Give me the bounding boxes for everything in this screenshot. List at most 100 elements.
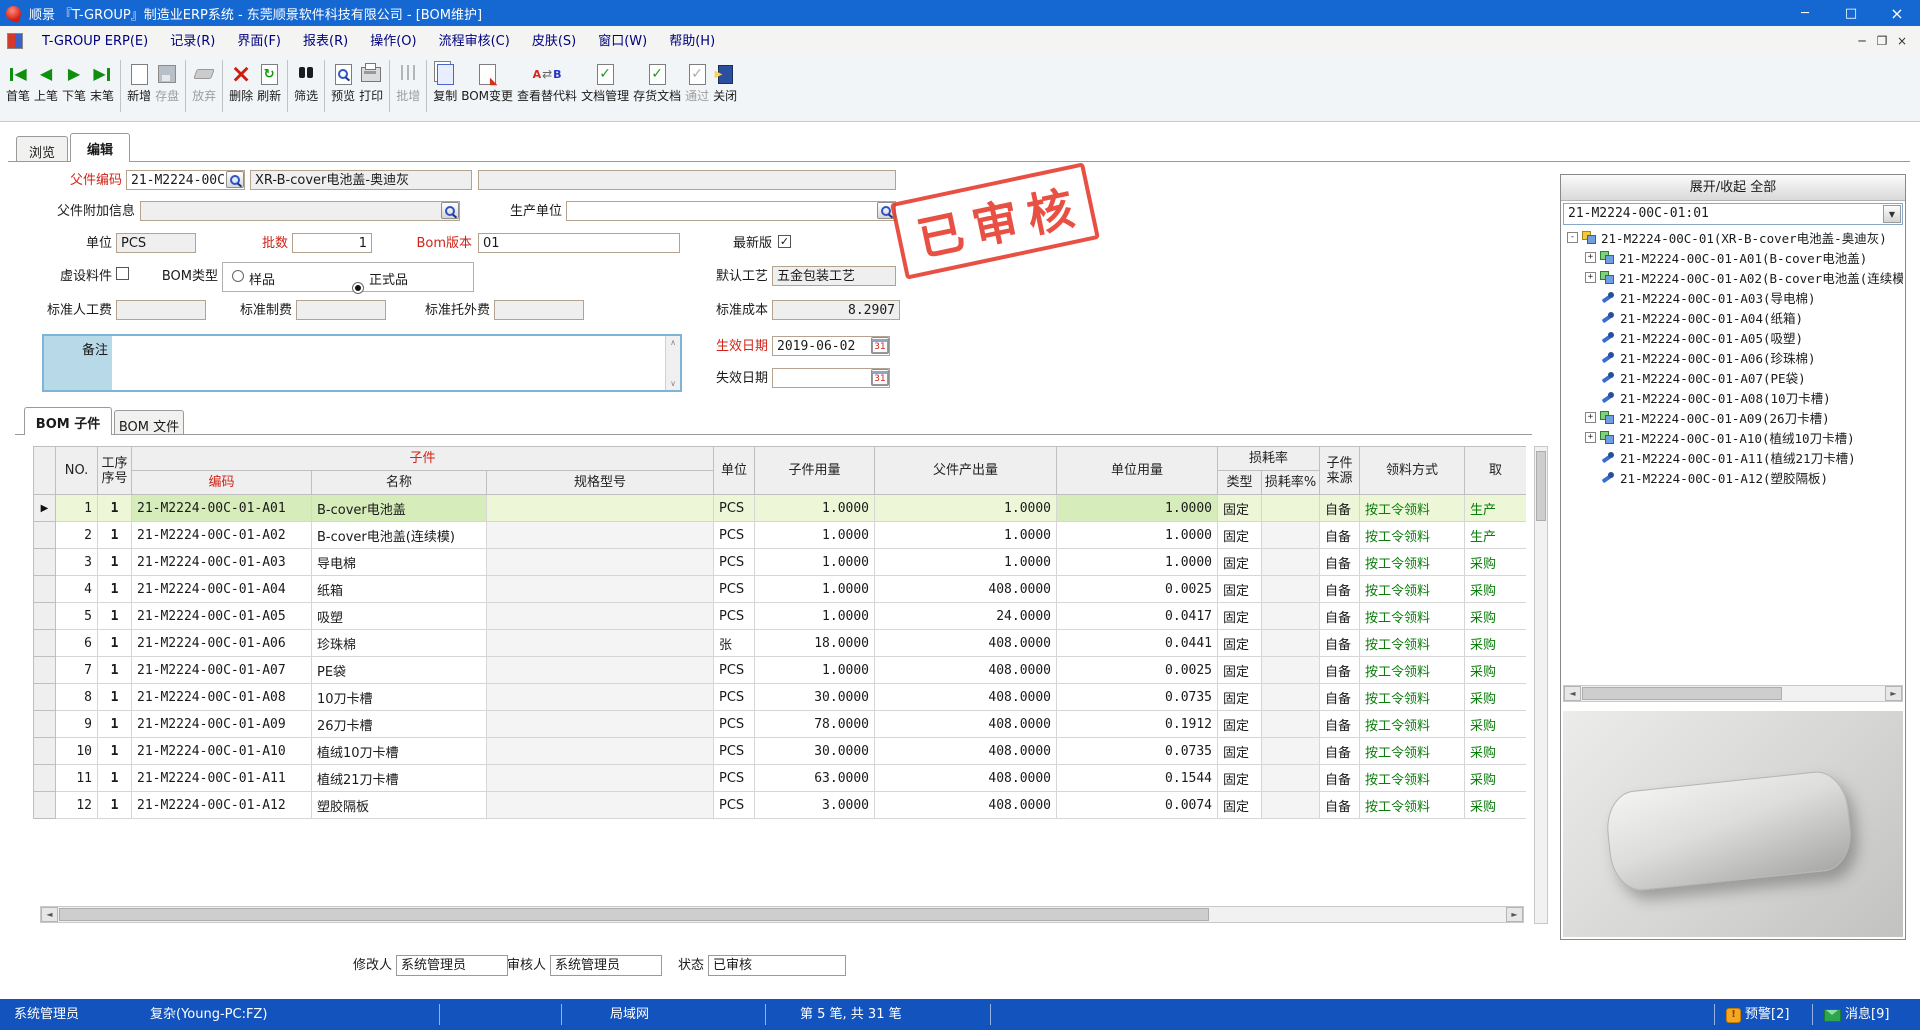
cell-unit[interactable]: PCS — [714, 576, 755, 603]
cell-code[interactable]: 21-M2224-00C-01-A11 — [132, 765, 312, 792]
cell-unit[interactable]: 张 — [714, 630, 755, 657]
menu-item-6[interactable]: 皮肤(S) — [521, 27, 587, 56]
cell-seq[interactable]: 1 — [98, 495, 132, 522]
scroll-thumb[interactable] — [1536, 451, 1546, 521]
grid-vertical-scrollbar[interactable] — [1534, 446, 1548, 924]
cell-unit_qty[interactable]: 0.1544 — [1057, 765, 1218, 792]
tree-version-dropdown[interactable]: 21-M2224-00C-01:01 ▼ — [1563, 203, 1903, 225]
row-selector[interactable] — [34, 630, 56, 657]
cell-price[interactable]: 采购 — [1465, 684, 1526, 711]
toolbar-preview-button[interactable]: 预览 — [329, 56, 357, 116]
cell-source[interactable]: 自备 — [1320, 657, 1360, 684]
cell-picking[interactable]: 按工令领料 — [1360, 630, 1465, 657]
cell-loss_rate[interactable] — [1262, 711, 1320, 738]
tree-node-5[interactable]: 21-M2224-00C-01-A05(吸塑) — [1563, 327, 1903, 347]
cell-qty[interactable]: 1.0000 — [755, 603, 875, 630]
cell-unit[interactable]: PCS — [714, 522, 755, 549]
cell-parent_out[interactable]: 408.0000 — [875, 576, 1057, 603]
cell-seq[interactable]: 1 — [98, 792, 132, 819]
cell-no[interactable]: 2 — [56, 522, 98, 549]
tree-node-4[interactable]: 21-M2224-00C-01-A04(纸箱) — [1563, 307, 1903, 327]
cell-picking[interactable]: 按工令领料 — [1360, 522, 1465, 549]
cell-spec[interactable] — [487, 630, 714, 657]
cell-unit[interactable]: PCS — [714, 684, 755, 711]
toolbar-print-button[interactable]: 打印 — [357, 56, 385, 116]
latest-version-checkbox[interactable]: ✓ — [778, 235, 791, 248]
cell-code[interactable]: 21-M2224-00C-01-A01 — [132, 495, 312, 522]
cell-qty[interactable]: 30.0000 — [755, 684, 875, 711]
cell-code[interactable]: 21-M2224-00C-01-A06 — [132, 630, 312, 657]
cell-parent_out[interactable]: 24.0000 — [875, 603, 1057, 630]
cell-qty[interactable]: 30.0000 — [755, 738, 875, 765]
cell-unit_qty[interactable]: 0.0417 — [1057, 603, 1218, 630]
cell-spec[interactable] — [487, 792, 714, 819]
scroll-down-icon[interactable]: ∨ — [670, 379, 676, 388]
cell-qty[interactable]: 1.0000 — [755, 495, 875, 522]
toolbar-refresh-button[interactable]: ↻刷新 — [255, 56, 283, 116]
cell-code[interactable]: 21-M2224-00C-01-A05 — [132, 603, 312, 630]
parent-extra-field[interactable] — [140, 201, 460, 221]
cell-source[interactable]: 自备 — [1320, 522, 1360, 549]
cell-source[interactable]: 自备 — [1320, 549, 1360, 576]
cell-spec[interactable] — [487, 549, 714, 576]
cell-source[interactable]: 自备 — [1320, 765, 1360, 792]
cell-parent_out[interactable]: 408.0000 — [875, 765, 1057, 792]
menu-item-4[interactable]: 操作(O) — [359, 27, 427, 56]
cell-unit[interactable]: PCS — [714, 765, 755, 792]
cell-source[interactable]: 自备 — [1320, 630, 1360, 657]
cell-loss_type[interactable]: 固定 — [1218, 657, 1262, 684]
expand-icon[interactable]: + — [1585, 412, 1596, 423]
cell-unit_qty[interactable]: 0.0441 — [1057, 630, 1218, 657]
cell-source[interactable]: 自备 — [1320, 576, 1360, 603]
cell-name[interactable]: B-cover电池盖 — [312, 495, 487, 522]
cell-seq[interactable]: 1 — [98, 657, 132, 684]
bom-version-field[interactable]: 01 — [478, 233, 680, 253]
row-selector[interactable] — [34, 711, 56, 738]
toolbar-close-button[interactable]: ▶关闭 — [711, 56, 739, 116]
prod-unit-field[interactable] — [566, 201, 896, 221]
cell-unit[interactable]: PCS — [714, 711, 755, 738]
cell-seq[interactable]: 1 — [98, 603, 132, 630]
cell-unit_qty[interactable]: 0.0074 — [1057, 792, 1218, 819]
cell-unit[interactable]: PCS — [714, 792, 755, 819]
cell-no[interactable]: 6 — [56, 630, 98, 657]
cell-qty[interactable]: 1.0000 — [755, 576, 875, 603]
cell-source[interactable]: 自备 — [1320, 684, 1360, 711]
row-selector[interactable] — [34, 549, 56, 576]
cell-unit_qty[interactable]: 0.0025 — [1057, 576, 1218, 603]
sample-radio[interactable] — [232, 270, 244, 282]
tab-edit[interactable]: 编辑 — [70, 133, 130, 162]
cell-source[interactable]: 自备 — [1320, 603, 1360, 630]
cell-no[interactable]: 12 — [56, 792, 98, 819]
cell-unit_qty[interactable]: 1.0000 — [1057, 522, 1218, 549]
cell-picking[interactable]: 按工令领料 — [1360, 657, 1465, 684]
remark-textarea[interactable] — [112, 336, 665, 390]
cell-loss_rate[interactable] — [1262, 738, 1320, 765]
tree-horizontal-scrollbar[interactable]: ◄ ► — [1563, 685, 1903, 702]
toolbar-doc-button[interactable]: ✓文档管理 — [579, 56, 631, 116]
menu-item-5[interactable]: 流程审核(C) — [428, 27, 521, 56]
cell-spec[interactable] — [487, 576, 714, 603]
cell-picking[interactable]: 按工令领料 — [1360, 549, 1465, 576]
cell-price[interactable]: 采购 — [1465, 657, 1526, 684]
grid-horizontal-scrollbar[interactable]: ◄ ► — [40, 906, 1524, 923]
cell-unit[interactable]: PCS — [714, 657, 755, 684]
menu-item-7[interactable]: 窗口(W) — [587, 27, 658, 56]
cell-loss_rate[interactable] — [1262, 522, 1320, 549]
cell-code[interactable]: 21-M2224-00C-01-A12 — [132, 792, 312, 819]
cell-code[interactable]: 21-M2224-00C-01-A07 — [132, 657, 312, 684]
cell-loss_rate[interactable] — [1262, 792, 1320, 819]
cell-qty[interactable]: 78.0000 — [755, 711, 875, 738]
toolbar-bomchange-button[interactable]: ◣BOM变更 — [459, 56, 515, 116]
expand-icon[interactable]: + — [1585, 432, 1596, 443]
cell-name[interactable]: 纸箱 — [312, 576, 487, 603]
row-selector[interactable] — [34, 603, 56, 630]
cell-no[interactable]: 5 — [56, 603, 98, 630]
mdi-restore-button[interactable]: ❐ — [1872, 34, 1892, 48]
cell-unit_qty[interactable]: 1.0000 — [1057, 549, 1218, 576]
cell-no[interactable]: 3 — [56, 549, 98, 576]
cell-price[interactable]: 采购 — [1465, 738, 1526, 765]
cell-unit_qty[interactable]: 0.1912 — [1057, 711, 1218, 738]
cell-picking[interactable]: 按工令领料 — [1360, 765, 1465, 792]
scroll-left-button[interactable]: ◄ — [41, 907, 58, 922]
